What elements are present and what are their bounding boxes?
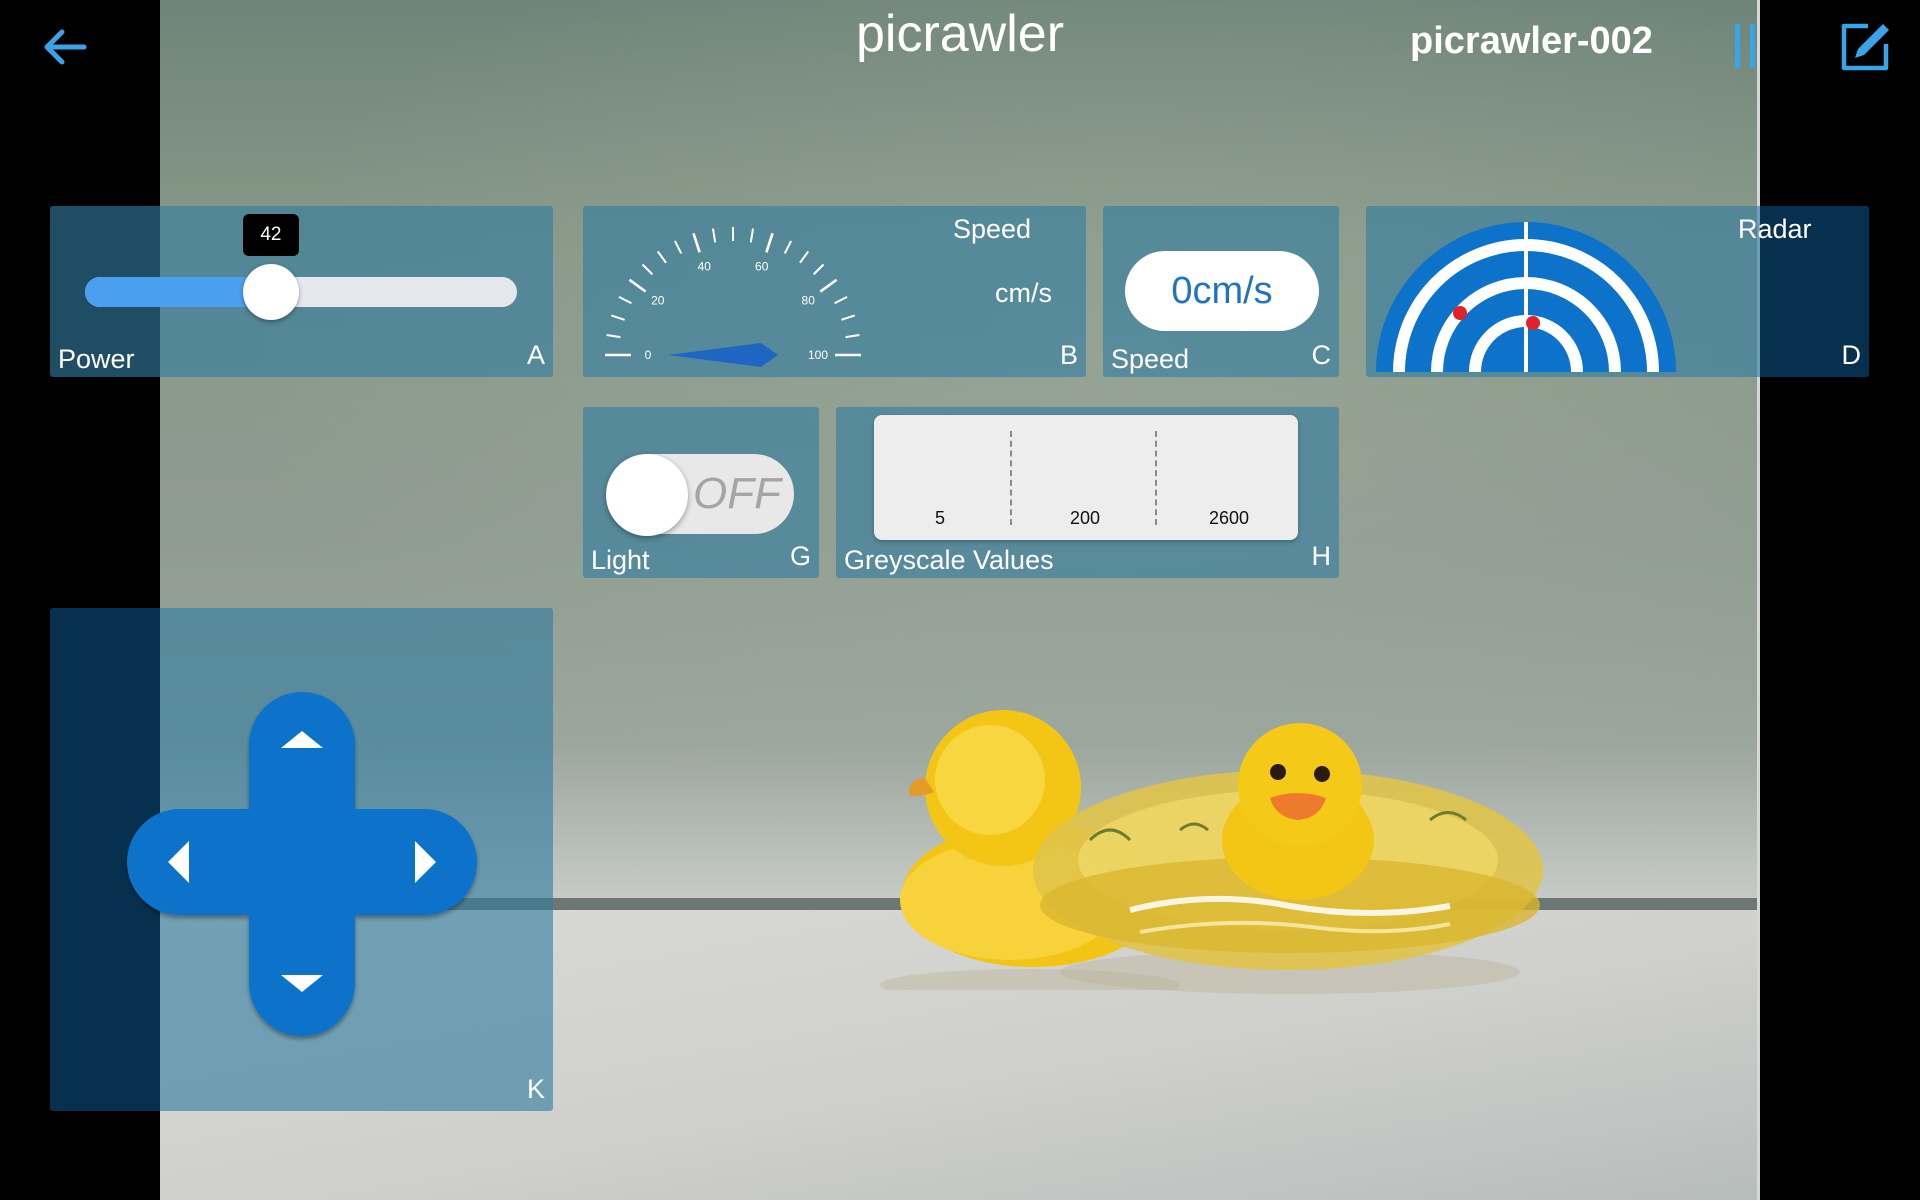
gauge-tick [834,295,848,305]
duck-with-float-image [1033,723,1543,994]
dpad-up-button[interactable] [255,698,351,808]
speed-label: Speed [1111,344,1190,374]
widget-key-h: H [1311,541,1332,571]
widget-key-b: B [1059,340,1078,370]
edit-button[interactable] [1838,20,1892,74]
speed-gauge-widget: 0 20 40 60 80 100 Speed cm/s B [583,206,1086,377]
gauge-tick [841,314,856,321]
gauge-tick-label: 100 [808,348,828,362]
toggle-state: OFF [693,469,781,518]
gauge-ticks [605,227,861,357]
greyscale-label: Greyscale Values [844,545,1054,575]
gauge-tick-label: 20 [651,293,665,307]
greyscale-divider [1010,431,1012,525]
power-slider-tooltip: 42 [242,214,299,256]
gauge-needle [668,343,778,367]
gauge-tick [618,295,632,305]
dpad-left-button[interactable] [134,814,254,910]
power-slider-thumb[interactable] [242,264,299,320]
greyscale-divider [1155,431,1157,525]
pause-button[interactable] [1730,24,1760,68]
greyscale-display: 5 200 2600 [874,415,1298,540]
pause-icon [1735,24,1740,68]
gauge-tick-label: 80 [802,293,816,307]
speed-gauge-unit: cm/s [995,278,1052,308]
gauge-tick-label: 0 [645,348,652,362]
gauge-tick [656,250,667,264]
widget-key-k: K [526,1074,545,1104]
light-widget: OFF Light G [583,407,819,578]
greyscale-value-2: 200 [1069,508,1101,528]
gauge-tick [765,232,774,253]
widget-key-d: D [1841,340,1862,370]
speed-gauge-title: Speed [953,214,1032,244]
edit-icon [1841,23,1889,71]
dpad-widget: K [50,608,553,1111]
greyscale-widget: 5 200 2600 Greyscale Values H [836,407,1339,578]
toggle-knob [606,454,688,536]
widget-key-g: G [789,541,811,571]
power-slider-track[interactable] [85,277,517,307]
radar-target-dot [1453,306,1467,320]
gauge-tick [819,278,838,293]
radar-target-dot [1526,316,1540,330]
radar-title: Radar [1738,214,1812,244]
gauge-tick [673,240,683,254]
gauge-tick [845,333,860,339]
device-name: picrawler-002 [1410,20,1653,62]
speed-value: 0cm/s [1125,251,1319,331]
gauge-tick [783,240,793,254]
speed-gauge: 0 20 40 60 80 100 [605,227,861,367]
gauge-tick [692,232,701,253]
gauge-tick-label: 40 [698,260,712,274]
widget-key-a: A [526,340,545,370]
widget-key-c: C [1311,340,1332,370]
light-label: Light [591,545,650,575]
gauge-tick-label: 60 [755,260,769,274]
light-toggle[interactable]: OFF [606,454,794,536]
radar-display [1376,222,1676,373]
gauge-tick [628,278,647,293]
gauge-tick [812,263,825,276]
speed-display-widget: 0cm/s Speed C [1103,206,1339,377]
power-label: Power [58,344,135,374]
gauge-tick [606,333,621,339]
gauge-tick [641,263,654,276]
gauge-tick [749,228,755,243]
gauge-tick [610,314,625,321]
radar-widget: Radar D [1366,206,1869,377]
power-widget: 42 Power A [50,206,553,377]
dpad-down-button[interactable] [255,918,351,1028]
gauge-tick [711,228,717,243]
pause-icon-bar [1750,24,1755,68]
gauge-tick [799,250,810,264]
feed-right-edge [1757,0,1760,1200]
greyscale-value-1: 5 [934,508,945,528]
greyscale-value-3: 2600 [1208,508,1250,528]
dpad-right-button[interactable] [352,814,472,910]
